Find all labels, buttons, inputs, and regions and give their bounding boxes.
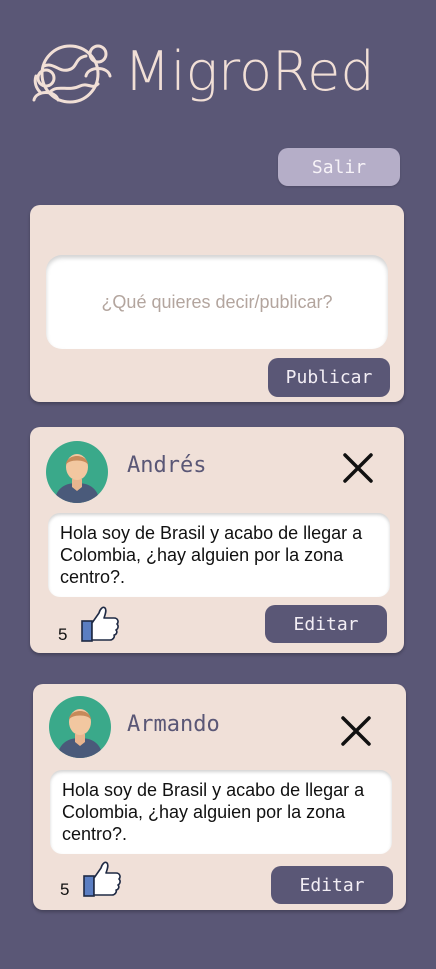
app-name: MigroRed	[124, 40, 375, 103]
close-icon[interactable]	[339, 714, 373, 748]
compose-input[interactable]: ¿Qué quieres decir/publicar?	[46, 255, 388, 349]
thumbs-up-icon[interactable]	[79, 603, 121, 645]
post-author[interactable]: Armando	[127, 712, 220, 737]
edit-button[interactable]: Editar	[271, 866, 393, 904]
close-icon[interactable]	[341, 451, 375, 485]
user-avatar-icon	[49, 696, 111, 758]
edit-button[interactable]: Editar	[265, 605, 387, 643]
post-card: Armando Hola soy de Brasil y acabo de ll…	[33, 684, 406, 910]
logout-button[interactable]: Salir	[278, 148, 400, 186]
publish-button[interactable]: Publicar	[268, 358, 390, 397]
thumbs-up-icon[interactable]	[81, 858, 123, 900]
user-avatar-icon	[46, 441, 108, 503]
post-body: Hola soy de Brasil y acabo de llegar a C…	[48, 513, 390, 597]
app-logo: MigroRed	[28, 32, 408, 122]
like-count: 5	[58, 625, 68, 644]
globe-people-icon	[32, 44, 112, 104]
post-author[interactable]: Andrés	[127, 453, 206, 478]
post-body: Hola soy de Brasil y acabo de llegar a C…	[50, 770, 392, 854]
post-card: Andrés Hola soy de Brasil y acabo de lle…	[30, 427, 404, 653]
composer-card: ¿Qué quieres decir/publicar? Publicar	[30, 205, 404, 402]
like-count: 5	[60, 880, 70, 899]
